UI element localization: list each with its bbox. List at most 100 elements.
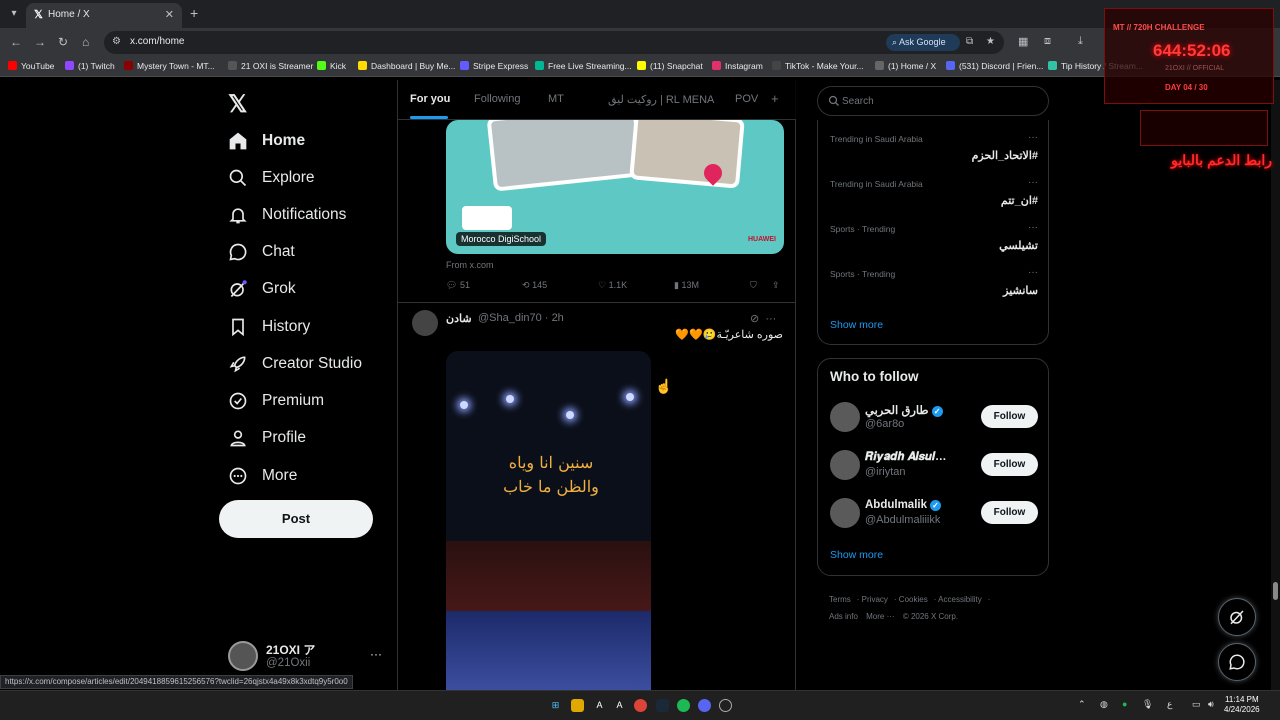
follow-show-more-link[interactable]: Show more — [830, 549, 883, 561]
home-page-icon[interactable]: ⌂ — [82, 35, 89, 49]
trend-item[interactable]: Sports · Trending ··· سانشيز — [830, 267, 1038, 309]
extension-icon[interactable]: ▦ — [1018, 35, 1028, 48]
bookmark-item[interactable]: Kick — [317, 61, 346, 71]
follow-suggestion[interactable]: طارق الحربي ✓ @6ar8o Follow — [830, 400, 1040, 436]
post-author-handle[interactable]: @Sha_din70 — [478, 312, 542, 324]
footer-more-link[interactable]: More ··· — [866, 612, 894, 621]
post-button[interactable]: Post — [219, 500, 373, 538]
nav-profile[interactable]: Profile — [228, 423, 306, 453]
trends-show-more-link[interactable]: Show more — [830, 319, 883, 331]
bookmark-item[interactable]: Free Live Streaming... — [535, 61, 632, 71]
nav-notifications[interactable]: Notifications — [228, 200, 346, 230]
card-source-link[interactable]: From x.com — [446, 260, 494, 270]
bookmark-item[interactable]: (11) Snapchat — [637, 61, 703, 71]
system-clock[interactable]: 11:14 PM 4/24/2026 — [1224, 695, 1260, 715]
tray-app-icon[interactable]: ◍ — [1100, 699, 1108, 710]
tray-spotify-icon[interactable]: ● — [1122, 699, 1127, 709]
more-icon[interactable]: ··· — [1028, 177, 1038, 188]
tab-for-you[interactable]: For you — [410, 93, 450, 105]
chrome-icon[interactable] — [634, 699, 647, 712]
nav-home[interactable]: Home — [228, 126, 305, 156]
tab-search-button[interactable]: ▾ — [6, 6, 22, 22]
follow-button[interactable]: Follow — [981, 501, 1038, 524]
x-logo-icon[interactable]: 𝕏 — [228, 90, 247, 119]
footer-link[interactable]: Ads info — [829, 612, 858, 621]
nav-more[interactable]: More — [228, 461, 297, 491]
tab-following[interactable]: Following — [474, 93, 520, 105]
like-button[interactable]: ♡ 1.1K — [598, 280, 627, 291]
tab-rl-mena[interactable]: روكيت ليق | RL MENA — [608, 93, 714, 106]
account-switcher[interactable]: 21OXI ア @21Oxii ··· — [228, 639, 388, 675]
bookmark-item[interactable]: TikTok - Make Your... — [772, 61, 864, 71]
reload-icon[interactable]: ↻ — [58, 35, 68, 49]
nav-creator-studio[interactable]: Creator Studio — [228, 349, 362, 379]
follow-suggestion[interactable]: Abdulmalik ✓ @Abdulmaliiikk Follow — [830, 496, 1040, 532]
bookmark-item[interactable]: Mystery Town - MT... — [124, 61, 215, 71]
messages-fab-button[interactable] — [1218, 643, 1256, 681]
app-a2-icon[interactable]: A — [613, 699, 626, 712]
bookmark-item[interactable]: (531) Discord | Frien... — [946, 61, 1043, 71]
site-info-icon[interactable]: ⚙ — [112, 36, 121, 47]
windows-start-icon[interactable]: ⊞ — [549, 699, 562, 712]
tab-pov[interactable]: POV — [735, 93, 758, 105]
bookmark-item[interactable]: (1) Home / X — [875, 61, 936, 71]
more-icon[interactable]: ··· — [370, 647, 382, 661]
bookmark-item[interactable]: Dashboard | Buy Me... — [358, 61, 455, 71]
discord-icon[interactable] — [698, 699, 711, 712]
trend-item[interactable]: Trending in Saudi Arabia ··· #الاتحاد_ال… — [830, 132, 1038, 174]
download-icon[interactable]: ⤓ — [1078, 35, 1083, 48]
install-icon[interactable]: ⧉ — [966, 36, 973, 47]
steam-icon[interactable] — [656, 699, 669, 712]
repost-button[interactable]: ⟲ 145 — [522, 280, 547, 291]
volume-icon[interactable]: 🔊︎ — [1208, 699, 1214, 710]
grok-icon[interactable]: ⊘ — [750, 313, 759, 325]
nav-grok[interactable]: Grok — [228, 274, 296, 304]
bookmark-item[interactable]: Stripe Express — [460, 61, 528, 71]
footer-link[interactable]: Terms — [829, 595, 851, 604]
grok-fab-button[interactable] — [1218, 598, 1256, 636]
post-time[interactable]: 2h — [552, 312, 564, 324]
nav-explore[interactable]: Explore — [228, 163, 315, 193]
network-icon[interactable]: ▭ — [1192, 699, 1201, 710]
post-media-card[interactable]: Morocco DigiSchool HUAWEI — [446, 120, 784, 254]
bookmark-item[interactable]: Instagram — [712, 61, 763, 71]
address-bar[interactable]: ⚙ x.com/home ⌕ Ask Google ⧉ ★ — [104, 31, 1004, 54]
share-icon[interactable]: ⇪ — [772, 280, 780, 291]
spotify-icon[interactable] — [677, 699, 690, 712]
post-media-image[interactable]: سنين انا وياه والظن ما خاب — [446, 351, 651, 691]
tab-close-icon[interactable]: ✕ — [165, 8, 174, 21]
forward-icon[interactable]: → — [34, 35, 46, 49]
more-icon[interactable]: ··· — [765, 313, 776, 325]
bookmark-item[interactable]: (1) Twitch — [65, 61, 115, 71]
nav-history[interactable]: History — [228, 312, 310, 342]
app-a-icon[interactable]: A — [593, 699, 606, 712]
avatar[interactable] — [412, 310, 438, 336]
more-icon[interactable]: ··· — [1028, 267, 1038, 278]
footer-link[interactable]: Cookies — [899, 595, 928, 604]
url-text[interactable]: x.com/home — [130, 36, 184, 47]
scrollbar-thumb[interactable] — [1273, 582, 1278, 600]
tab-mt[interactable]: MT — [548, 93, 564, 105]
bookmark-star-icon[interactable]: ★ — [986, 36, 995, 47]
page-scrollbar[interactable] — [1271, 80, 1280, 690]
footer-link[interactable]: Privacy — [862, 595, 888, 604]
tray-chevron-icon[interactable]: ⌃ — [1078, 699, 1086, 710]
footer-link[interactable]: Accessibility — [938, 595, 982, 604]
search-input[interactable]: Search — [817, 86, 1049, 116]
views-button[interactable]: ▮ 13M — [674, 280, 699, 291]
more-icon[interactable]: ··· — [1028, 222, 1038, 233]
back-icon[interactable]: ← — [10, 35, 22, 49]
obs-icon[interactable] — [719, 699, 732, 712]
reply-button[interactable]: 💬︎ 51 — [446, 280, 470, 291]
trend-item[interactable]: Trending in Saudi Arabia ··· #ان_تتم — [830, 177, 1038, 219]
follow-button[interactable]: Follow — [981, 405, 1038, 428]
puzzle-icon[interactable]: ⧈ — [1044, 35, 1051, 48]
add-tab-button[interactable]: + — [771, 91, 779, 106]
post-author-name[interactable]: شادن — [446, 312, 472, 325]
browser-tab[interactable]: 𝕏 Home / X ✕ — [26, 3, 182, 28]
bookmark-item[interactable]: 21 OXI is Streamer — [228, 61, 313, 71]
nav-chat[interactable]: Chat — [228, 237, 295, 267]
new-tab-button[interactable]: + — [190, 5, 198, 21]
follow-button[interactable]: Follow — [981, 453, 1038, 476]
bookmark-item[interactable]: YouTube — [8, 61, 54, 71]
